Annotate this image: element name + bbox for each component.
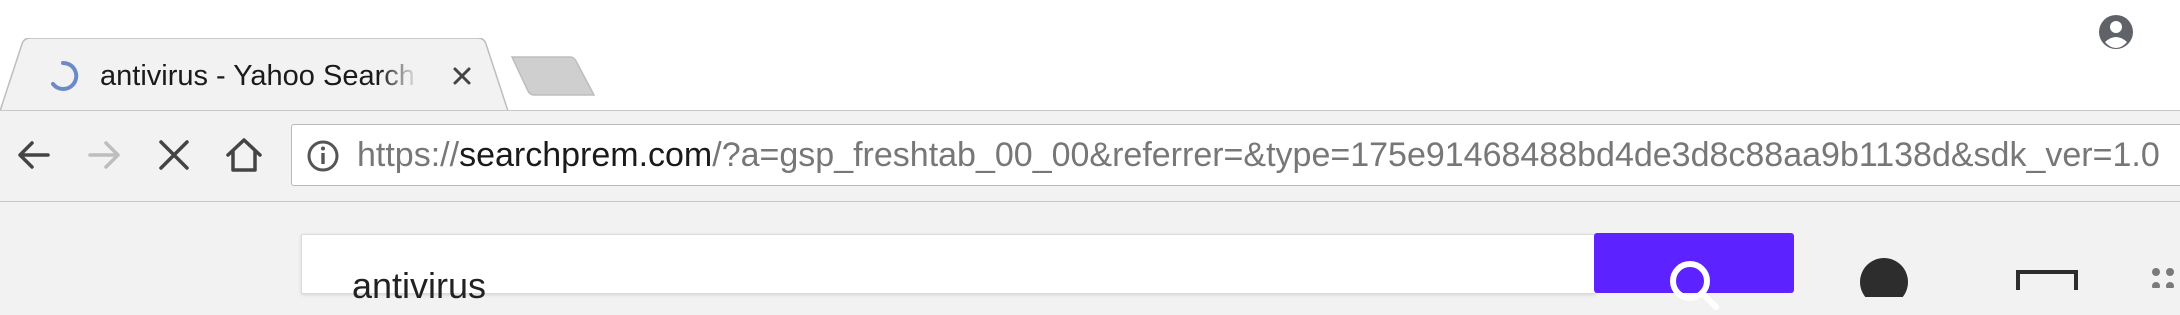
search-input-value: antivirus	[352, 265, 487, 306]
home-icon[interactable]	[222, 133, 266, 177]
address-bar[interactable]: https://searchprem.com/?a=gsp_freshtab_0…	[291, 124, 2180, 186]
search-icon	[1670, 261, 1719, 310]
close-icon[interactable]	[446, 60, 478, 92]
stop-icon[interactable]	[152, 133, 196, 177]
new-tab-button[interactable]	[510, 55, 600, 100]
loading-spinner-icon	[51, 60, 79, 91]
forward-arrow-icon[interactable]	[82, 133, 126, 177]
tab-strip: antivirus - Yahoo Search Results	[0, 0, 2180, 111]
url-text[interactable]: https://searchprem.com/?a=gsp_freshtab_0…	[357, 135, 2160, 175]
back-arrow-icon[interactable]	[12, 133, 56, 177]
active-tab[interactable]: antivirus - Yahoo Search Results	[0, 38, 520, 111]
page-content: antivirus	[0, 202, 2180, 310]
account-icon[interactable]	[1856, 257, 1912, 297]
url-host: searchprem.com	[459, 136, 713, 174]
mail-icon[interactable]	[2016, 270, 2078, 290]
info-icon[interactable]	[306, 139, 340, 173]
url-path: /?a=gsp_freshtab_00_00&referrer=&type=17…	[712, 136, 2160, 174]
profile-icon[interactable]	[2096, 12, 2136, 52]
apps-grid-icon[interactable]	[2148, 264, 2180, 288]
tab-title: antivirus - Yahoo Search Results	[100, 60, 418, 92]
search-input[interactable]: antivirus	[301, 234, 1596, 306]
search-button[interactable]	[1594, 233, 1794, 310]
url-scheme: https://	[357, 136, 460, 174]
browser-toolbar: https://searchprem.com/?a=gsp_freshtab_0…	[0, 110, 2180, 202]
